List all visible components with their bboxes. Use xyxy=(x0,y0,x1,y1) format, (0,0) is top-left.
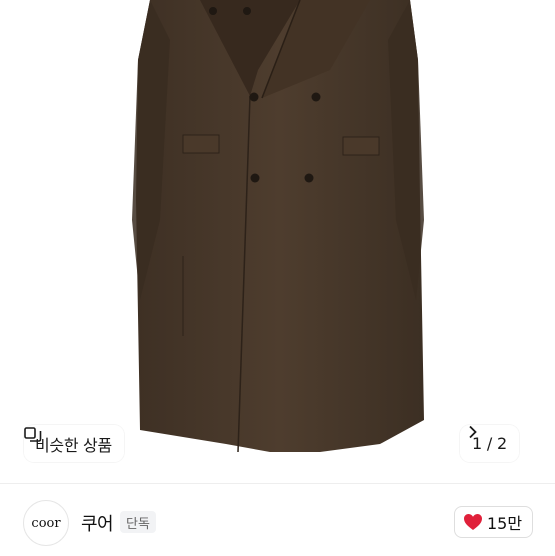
product-photo-coat xyxy=(132,0,424,453)
chevron-right-icon xyxy=(469,425,477,439)
avatar-logo-text: coor xyxy=(31,515,61,531)
seller-avatar[interactable]: coor xyxy=(23,500,69,546)
seller-name[interactable]: 쿠어 xyxy=(81,510,114,536)
like-count: 15만 xyxy=(487,514,523,533)
exclusive-badge: 단독 xyxy=(120,511,156,533)
heart-icon xyxy=(464,514,482,530)
image-pager[interactable]: 1 / 2 xyxy=(460,425,519,462)
like-button[interactable]: 15만 xyxy=(454,506,534,538)
pager-separator: / xyxy=(486,434,492,453)
product-image-carousel[interactable]: 비슷한 상품 1 / 2 xyxy=(0,0,555,483)
similar-items-label: 비슷한 상품 xyxy=(35,435,112,455)
seller-bar: coor 쿠어 단독 15만 xyxy=(0,483,555,556)
similar-items-button[interactable]: 비슷한 상품 xyxy=(24,425,124,462)
similar-items-icon xyxy=(24,427,42,442)
pager-total: 2 xyxy=(496,434,507,453)
